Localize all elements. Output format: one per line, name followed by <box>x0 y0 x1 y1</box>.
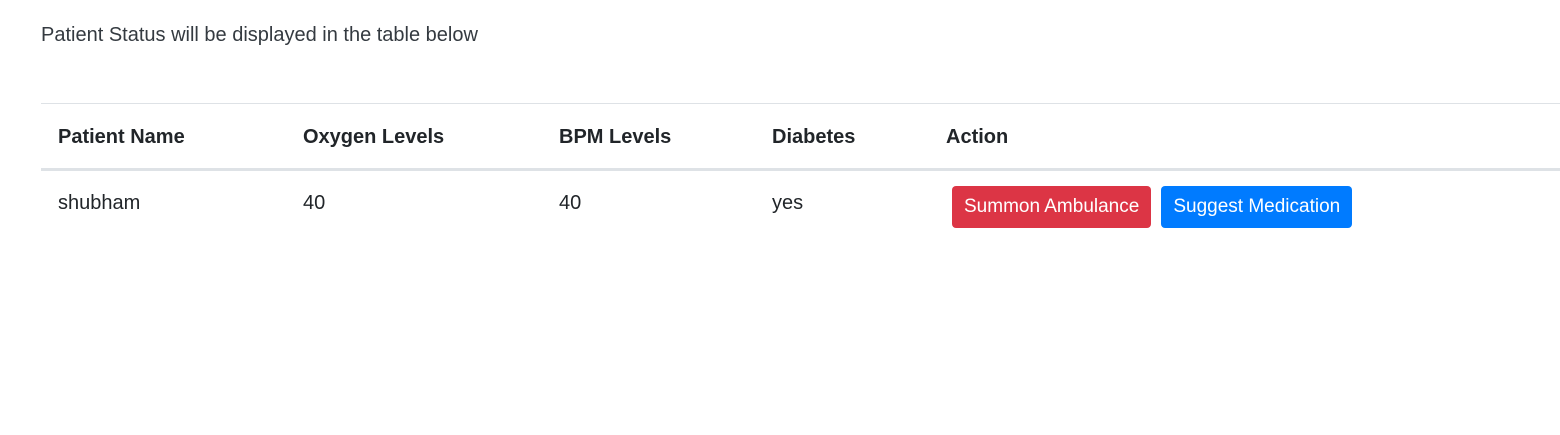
table-header: Patient Name Oxygen Levels BPM Levels Di… <box>41 103 1560 171</box>
header-patient-name: Patient Name <box>41 103 286 171</box>
cell-patient-name: shubham <box>58 192 141 214</box>
header-row: Patient Name Oxygen Levels BPM Levels Di… <box>41 103 1560 171</box>
header-bpm-levels: BPM Levels <box>542 103 755 171</box>
cell-diabetes: yes <box>772 192 804 214</box>
intro-text: Patient Status will be displayed in the … <box>41 24 478 46</box>
cell-oxygen-level: 40 <box>303 192 326 214</box>
suggest-medication-button[interactable]: Suggest Medication <box>1161 186 1353 228</box>
header-action: Action <box>929 103 1560 171</box>
summon-ambulance-button[interactable]: Summon Ambulance <box>952 186 1152 228</box>
cell-actions: Summon Ambulance Suggest Medication <box>929 170 1560 243</box>
cell-bpm-level: 40 <box>559 192 582 214</box>
patient-status-table: Patient Name Oxygen Levels BPM Levels Di… <box>41 103 1560 242</box>
header-diabetes: Diabetes <box>755 103 929 171</box>
page: Patient Status will be displayed in the … <box>0 0 1560 435</box>
header-oxygen-levels: Oxygen Levels <box>286 103 542 171</box>
table-row: shubham 40 40 yes Summon Ambulance Sugges… <box>41 170 1560 243</box>
table-body: shubham 40 40 yes Summon Ambulance Sugges… <box>41 170 1560 243</box>
